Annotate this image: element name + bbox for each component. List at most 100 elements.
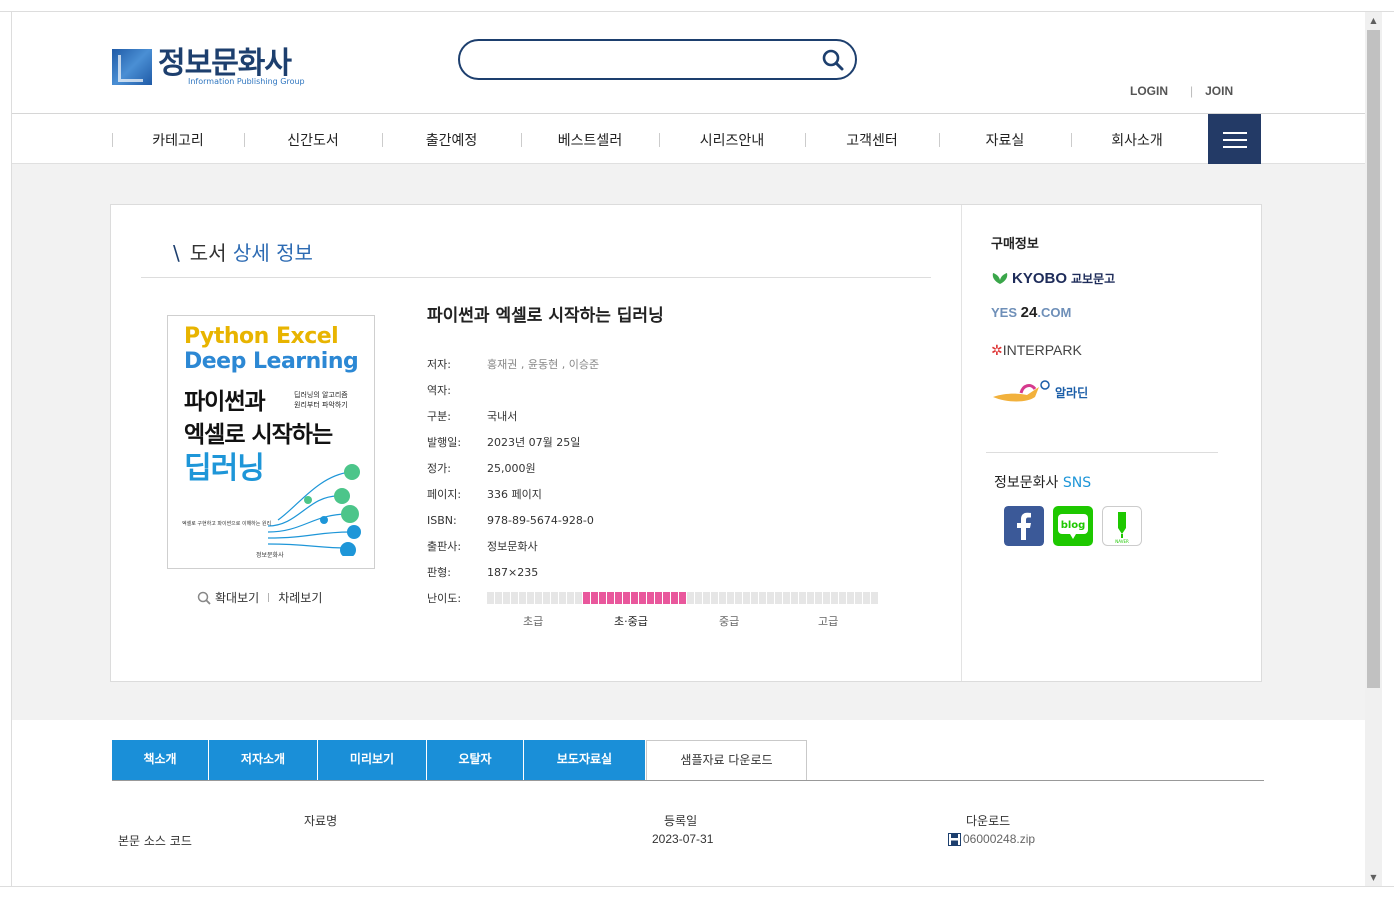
- info-label: 저자:: [427, 358, 451, 371]
- difficulty-segment: [695, 592, 702, 604]
- interpark-label: INTERPARK: [1002, 342, 1082, 358]
- logo-subtitle: Information Publishing Group: [188, 77, 305, 86]
- tab-sample-download[interactable]: 샘플자료 다운로드: [646, 740, 807, 780]
- download-file-link[interactable]: 06000248.zip: [948, 832, 1035, 846]
- nav-item-new-books[interactable]: 신간도서: [244, 114, 382, 164]
- tab-preview[interactable]: 미리보기: [318, 740, 427, 780]
- col-header-download: 다운로드: [966, 814, 1011, 828]
- pages-value: 336 페이지: [487, 488, 542, 501]
- tab-errata[interactable]: 오탈자: [427, 740, 524, 780]
- facebook-icon[interactable]: [1004, 506, 1044, 546]
- difficulty-segment: [727, 592, 734, 604]
- info-label: 정가:: [427, 462, 451, 475]
- difficulty-segment: [503, 592, 510, 604]
- nav-item-customer-center[interactable]: 고객센터: [805, 114, 939, 164]
- cover-side-line1: 딥러닝의 알고리즘: [294, 391, 348, 399]
- search-icon[interactable]: [821, 48, 845, 72]
- search-input[interactable]: [478, 49, 798, 71]
- section-title: \ 도서 상세 정보: [173, 237, 313, 266]
- difficulty-intermediate: 중급: [719, 615, 740, 628]
- join-link[interactable]: JOIN: [1205, 84, 1233, 98]
- aladin-label: 알라딘: [1055, 385, 1089, 400]
- search-box: [458, 39, 857, 80]
- difficulty-segment: [759, 592, 766, 604]
- book-info-table: 저자: 홍재권 , 윤동현 , 이승준 역자: 구분: 국내서 발행일: 2023년 …: [427, 351, 878, 611]
- nav-label: 베스트셀러: [557, 133, 623, 149]
- toc-view-link[interactable]: 차례보기: [278, 589, 322, 606]
- window-left-edge: [0, 12, 12, 886]
- difficulty-segment: [639, 592, 646, 604]
- nav-item-category[interactable]: 카테고리: [112, 114, 244, 164]
- publisher-value: 정보문화사: [487, 540, 538, 553]
- author-value[interactable]: 홍재권 , 윤동현 , 이승준: [487, 356, 599, 372]
- difficulty-segment: [511, 592, 518, 604]
- difficulty-segment: [551, 592, 558, 604]
- nav-item-archive[interactable]: 자료실: [939, 114, 1071, 164]
- difficulty-segment: [735, 592, 742, 604]
- info-label: 발행일:: [427, 436, 462, 449]
- nav-item-bestseller[interactable]: 베스트셀러: [521, 114, 659, 164]
- blog-label: blog: [1061, 520, 1086, 531]
- kyobo-label: KYOBO: [1012, 269, 1068, 287]
- scrollbar-thumb[interactable]: [1367, 30, 1380, 688]
- section-title-plain: 도서: [189, 241, 227, 265]
- scroll-up-icon[interactable]: ▲: [1365, 12, 1382, 29]
- store-yes24-link[interactable]: YES 24.COM: [991, 304, 1241, 328]
- tabs-divider: [112, 780, 1264, 781]
- cover-eng-excel: Excel: [276, 324, 339, 349]
- store-interpark-link[interactable]: ✲INTERPARK: [991, 342, 1241, 366]
- info-row-isbn: ISBN: 978-89-5674-928-0: [427, 507, 878, 533]
- difficulty-segment: [583, 592, 590, 604]
- difficulty-segment: [679, 592, 686, 604]
- aladin-lamp-icon: [993, 380, 1050, 402]
- tab-press[interactable]: 보도자료실: [524, 740, 646, 780]
- difficulty-advanced: 고급: [818, 615, 839, 628]
- store-aladin-link[interactable]: 알라딘: [991, 380, 1241, 404]
- yes24-label-c: .COM: [1037, 305, 1072, 320]
- col-header-date: 등록일: [664, 814, 698, 828]
- book-title: 파이썬과 엑셀로 시작하는 딥러닝: [427, 306, 664, 326]
- difficulty-segment: [575, 592, 582, 604]
- info-row-translator: 역자:: [427, 377, 878, 403]
- login-link[interactable]: LOGIN: [1130, 84, 1168, 98]
- difficulty-segment: [855, 592, 862, 604]
- difficulty-segment: [743, 592, 750, 604]
- nav-item-upcoming[interactable]: 출간예정: [382, 114, 521, 164]
- book-cover[interactable]: Python Excel Deep Learning 파이썬과 엑셀로 시작하는…: [167, 315, 375, 569]
- isbn-value: 978-89-5674-928-0: [487, 513, 594, 527]
- tab-author-intro[interactable]: 저자소개: [209, 740, 318, 780]
- info-row-pages: 페이지: 336 페이지: [427, 481, 878, 507]
- vertical-scrollbar[interactable]: ▲ ▼: [1365, 12, 1382, 886]
- difficulty-segment: [495, 592, 502, 604]
- store-kyobo-link[interactable]: KYOBO 교보문고: [991, 266, 1241, 290]
- book-tabs: 책소개 저자소개 미리보기 오탈자 보도자료실 샘플자료 다운로드: [112, 740, 807, 780]
- link-separator: |: [267, 592, 271, 603]
- floppy-disk-icon: [948, 832, 961, 846]
- naver-post-icon[interactable]: NAVER: [1102, 506, 1142, 546]
- info-row-publisher: 출판사: 정보문화사: [427, 533, 878, 559]
- difficulty-segment: [663, 592, 670, 604]
- difficulty-segment: [719, 592, 726, 604]
- purchase-title: 구매정보: [991, 237, 1039, 252]
- sns-icons: blog NAVER: [1004, 506, 1142, 546]
- blog-icon[interactable]: blog: [1053, 506, 1093, 546]
- nav-label: 시리즈안내: [699, 133, 765, 149]
- hamburger-menu-icon[interactable]: [1208, 114, 1261, 164]
- zoom-view-link[interactable]: 확대보기: [215, 589, 259, 606]
- difficulty-segment: [559, 592, 566, 604]
- difficulty-segment: [687, 592, 694, 604]
- nav-label: 회사소개: [1111, 133, 1163, 149]
- difficulty-segment: [519, 592, 526, 604]
- info-label: 역자:: [427, 384, 451, 397]
- difficulty-segment: [567, 592, 574, 604]
- nav-item-series[interactable]: 시리즈안내: [659, 114, 805, 164]
- scroll-down-icon[interactable]: ▼: [1365, 869, 1382, 886]
- tab-book-intro[interactable]: 책소개: [112, 740, 209, 780]
- difficulty-segment: [607, 592, 614, 604]
- panel-divider: [961, 205, 962, 681]
- info-row-difficulty: 난이도:: [427, 585, 878, 611]
- nav-item-company[interactable]: 회사소개: [1071, 114, 1203, 164]
- site-logo[interactable]: 정보문화사 Information Publishing Group: [112, 48, 305, 86]
- cover-network-illustration: [268, 464, 361, 556]
- difficulty-segment: [863, 592, 870, 604]
